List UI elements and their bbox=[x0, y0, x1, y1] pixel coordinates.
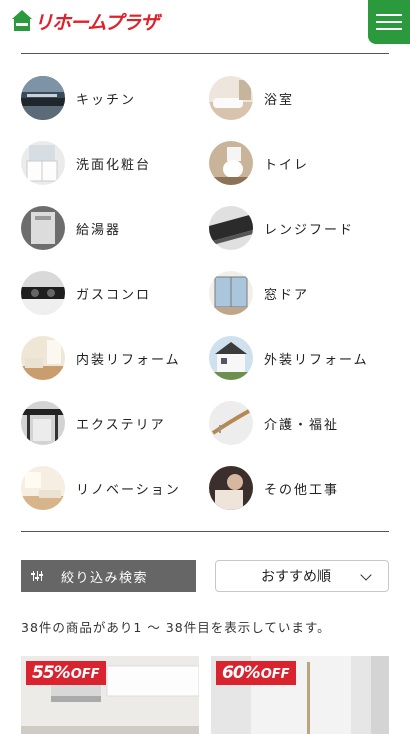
interior-photo bbox=[21, 336, 65, 380]
gas-stove-photo bbox=[21, 271, 65, 315]
hamburger-menu-icon bbox=[376, 14, 402, 16]
exterior-structure-photo bbox=[21, 401, 65, 445]
range-hood-photo bbox=[209, 206, 253, 250]
filter-search-button[interactable]: 絞り込み検索 bbox=[21, 560, 196, 592]
category-item-renovation[interactable]: リノベーション bbox=[21, 466, 201, 510]
site-logo[interactable]: リホームプラザ bbox=[12, 9, 159, 34]
category-label: トイレ bbox=[264, 157, 310, 173]
category-label: エクステリア bbox=[76, 417, 166, 433]
kitchen-photo bbox=[21, 76, 65, 120]
product-card[interactable]: 60% OFF bbox=[211, 656, 389, 734]
sort-select[interactable]: おすすめ順 bbox=[215, 560, 389, 592]
category-item-other-work[interactable]: その他工事 bbox=[209, 466, 389, 510]
category-label: 内装リフォーム bbox=[76, 352, 181, 368]
category-item-toilet[interactable]: トイレ bbox=[209, 141, 389, 185]
category-item-window-door[interactable]: 窓ドア bbox=[209, 271, 389, 315]
window-door-photo bbox=[209, 271, 253, 315]
handrail-photo bbox=[209, 401, 253, 445]
discount-badge: 55% OFF bbox=[26, 661, 106, 685]
category-label: 介護・福祉 bbox=[264, 417, 340, 433]
chevron-down-icon bbox=[360, 569, 372, 581]
result-count-text: 38件の商品があり1 〜 38件目を表示しています。 bbox=[21, 620, 331, 635]
other-work-photo bbox=[209, 466, 253, 510]
hamburger-menu-button[interactable] bbox=[368, 0, 410, 44]
category-item-water-heater[interactable]: 給湯器 bbox=[21, 206, 201, 250]
category-item-care-welfare[interactable]: 介護・福祉 bbox=[209, 401, 389, 445]
renovation-photo bbox=[21, 466, 65, 510]
filter-label: 絞り込み検索 bbox=[61, 570, 149, 586]
sort-selected-value: おすすめ順 bbox=[261, 569, 331, 585]
category-label: 洗面化粧台 bbox=[76, 157, 152, 173]
category-label: 給湯器 bbox=[76, 222, 122, 238]
divider-bottom bbox=[21, 531, 389, 532]
site-header: リホームプラザ bbox=[0, 0, 410, 44]
category-item-bathroom[interactable]: 浴室 bbox=[209, 76, 389, 120]
category-label: 外装リフォーム bbox=[264, 352, 369, 368]
logo-text: リホームプラザ bbox=[34, 11, 159, 34]
category-item-vanity[interactable]: 洗面化粧台 bbox=[21, 141, 201, 185]
category-label: キッチン bbox=[76, 92, 137, 108]
category-item-kitchen[interactable]: キッチン bbox=[21, 76, 201, 120]
bathroom-photo bbox=[209, 76, 253, 120]
category-label: レンジフード bbox=[264, 222, 355, 238]
category-label: 浴室 bbox=[264, 92, 295, 108]
filter-sliders-icon bbox=[31, 569, 45, 583]
category-item-exterior[interactable]: 外装リフォーム bbox=[209, 336, 389, 380]
category-item-exterior-structure[interactable]: エクステリア bbox=[21, 401, 201, 445]
category-label: 窓ドア bbox=[264, 287, 310, 303]
category-item-interior[interactable]: 内装リフォーム bbox=[21, 336, 201, 380]
discount-badge: 60% OFF bbox=[216, 661, 296, 685]
category-label: その他工事 bbox=[264, 482, 340, 498]
divider-top bbox=[21, 53, 389, 54]
house-logo-icon bbox=[12, 10, 32, 32]
category-label: ガスコンロ bbox=[76, 287, 152, 303]
category-item-gas-stove[interactable]: ガスコンロ bbox=[21, 271, 201, 315]
category-label: リノベーション bbox=[76, 482, 181, 498]
category-item-range-hood[interactable]: レンジフード bbox=[209, 206, 389, 250]
water-heater-photo bbox=[21, 206, 65, 250]
product-card[interactable]: 55% OFF bbox=[21, 656, 199, 734]
vanity-photo bbox=[21, 141, 65, 185]
exterior-photo bbox=[209, 336, 253, 380]
toilet-photo bbox=[209, 141, 253, 185]
